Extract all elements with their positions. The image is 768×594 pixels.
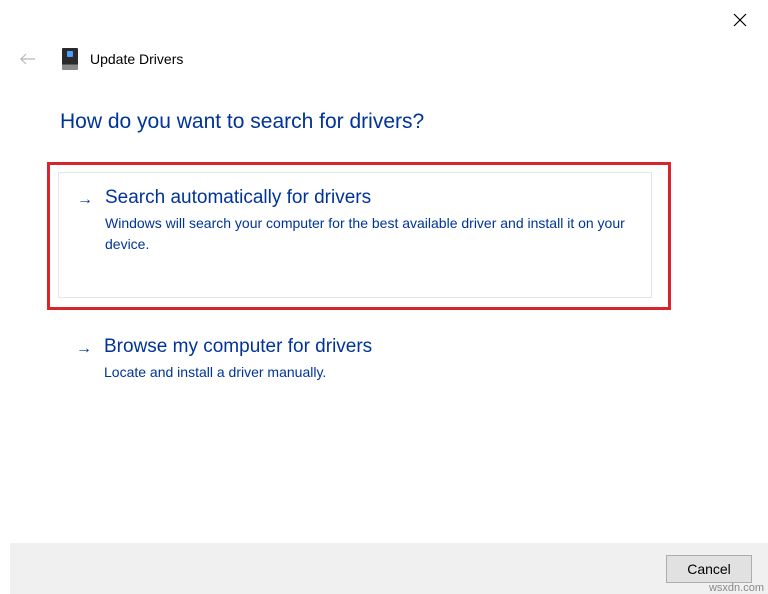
device-icon	[62, 48, 78, 70]
browse-computer-option[interactable]: → Browse my computer for drivers Locate …	[58, 322, 652, 399]
arrow-right-icon: →	[77, 191, 93, 209]
arrow-right-icon: →	[76, 340, 92, 358]
dialog-title: Update Drivers	[90, 51, 183, 67]
option-title: Search automatically for drivers	[105, 187, 633, 209]
close-button[interactable]	[730, 10, 750, 30]
cancel-button[interactable]: Cancel	[666, 555, 752, 583]
option-title: Browse my computer for drivers	[104, 336, 634, 358]
question-heading: How do you want to search for drivers?	[60, 110, 424, 134]
option-description: Windows will search your computer for th…	[105, 213, 633, 255]
dialog-footer: Cancel	[10, 543, 768, 594]
back-button[interactable]	[20, 51, 36, 67]
close-icon	[733, 13, 747, 27]
watermark: wsxdn.com	[709, 582, 764, 594]
update-drivers-dialog: Update Drivers How do you want to search…	[10, 0, 768, 594]
dialog-header: Update Drivers	[20, 48, 183, 70]
option-description: Locate and install a driver manually.	[104, 362, 634, 383]
back-arrow-icon	[20, 53, 36, 65]
search-automatically-option[interactable]: → Search automatically for drivers Windo…	[58, 172, 652, 298]
